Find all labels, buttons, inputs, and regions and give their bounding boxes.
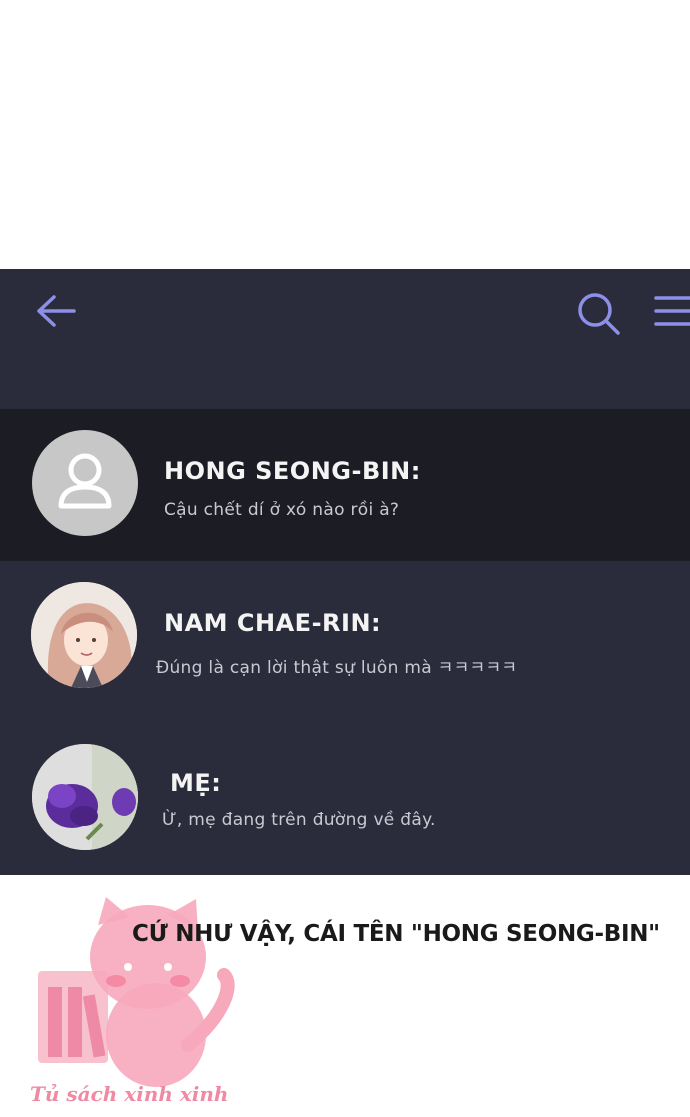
portrait-image [31, 582, 137, 688]
user-icon [58, 453, 112, 509]
hamburger-menu-icon[interactable] [652, 293, 690, 329]
top-bar [0, 269, 690, 409]
messenger-screen: HONG SEONG-BIN: Cậu chết dí ở xó nào rồi… [0, 269, 690, 875]
arrow-left-icon[interactable] [34, 291, 78, 331]
chat-message: Ừ, mẹ đang trên đường về đây. [162, 810, 436, 830]
watermark-text: Tủ sách xinh xinh [30, 1082, 229, 1106]
chat-name: NAM CHAE-RIN: [164, 609, 382, 637]
chat-item-hong-seong-bin[interactable]: HONG SEONG-BIN: Cậu chết dí ở xó nào rồi… [0, 409, 690, 561]
chat-name: MẸ: [170, 769, 222, 797]
flower-image [32, 744, 138, 850]
caption-text: CỨ NHƯ VẬY, CÁI TÊN "HONG SEONG-BIN" [132, 921, 660, 947]
default-user-avatar [32, 430, 138, 536]
chat-item-nam-chae-rin[interactable]: NAM CHAE-RIN: Đúng là cạn lời thật sự lu… [0, 561, 690, 713]
purple-flower-avatar [32, 744, 138, 850]
search-icon[interactable] [576, 291, 622, 337]
chat-message: Cậu chết dí ở xó nào rồi à? [164, 500, 400, 520]
girl-portrait-avatar [31, 582, 137, 688]
chat-message: Đúng là cạn lời thật sự luôn mà ㅋㅋㅋㅋㅋ [156, 658, 518, 678]
chat-item-me[interactable]: MẸ: Ừ, mẹ đang trên đường về đây. [0, 713, 690, 865]
chat-name: HONG SEONG-BIN: [164, 457, 421, 485]
